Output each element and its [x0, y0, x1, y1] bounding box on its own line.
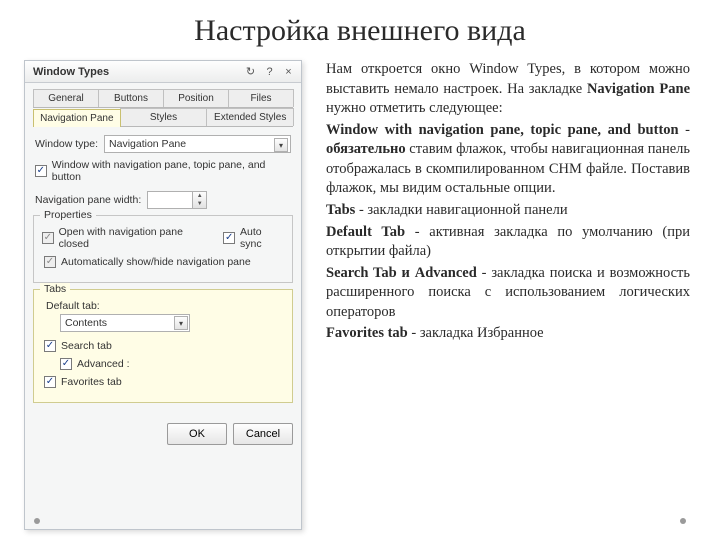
- auto-showhide-label: Automatically show/hide navigation pane: [61, 256, 251, 268]
- chevron-down-icon: ▾: [274, 138, 288, 152]
- auto-sync-label: Auto sync: [240, 226, 284, 250]
- tabs-row-2: Navigation Pane Styles Extended Styles: [33, 108, 293, 127]
- decorative-bullet-icon: [680, 518, 686, 524]
- window-type-value: Navigation Pane: [109, 138, 186, 150]
- ok-button[interactable]: OK: [167, 423, 227, 445]
- advanced-label: Advanced :: [77, 358, 130, 370]
- titlebar-controls: ↻ ? ×: [244, 65, 295, 78]
- auto-sync-check[interactable]: ✓ Auto sync: [223, 226, 284, 250]
- decorative-bullet-icon: [34, 518, 40, 524]
- properties-group: Properties ✓ Open with navigation pane c…: [33, 215, 293, 283]
- checkbox-icon: ✓: [223, 232, 235, 244]
- close-icon[interactable]: ×: [282, 65, 295, 78]
- tabs-legend: Tabs: [40, 283, 70, 295]
- nav-width-input[interactable]: ▲▼: [147, 191, 207, 209]
- refresh-icon[interactable]: ↻: [244, 65, 257, 78]
- help-icon[interactable]: ?: [263, 65, 276, 78]
- nav-combo-label: Window with navigation pane, topic pane,…: [52, 159, 291, 183]
- spinner-icon: ▲▼: [192, 192, 206, 208]
- auto-showhide-check[interactable]: ✓ Automatically show/hide navigation pan…: [44, 256, 282, 268]
- search-tab-check[interactable]: ✓ Search tab: [44, 340, 282, 352]
- window-type-select[interactable]: Navigation Pane ▾: [104, 135, 291, 153]
- tab-styles[interactable]: Styles: [120, 108, 208, 126]
- p3b: - закладки навигационной панели: [355, 202, 567, 218]
- p6a: Favorites tab: [326, 325, 408, 341]
- p2a: Window with navigation pane, topic pane,…: [326, 122, 679, 138]
- default-tab-value: Contents: [65, 317, 107, 329]
- chevron-down-icon: ▾: [174, 316, 188, 330]
- nav-combo-check[interactable]: ✓ Window with navigation pane, topic pan…: [35, 159, 291, 183]
- dialog-title: Window Types: [33, 66, 109, 78]
- open-closed-label: Open with navigation pane closed: [59, 226, 210, 250]
- tab-extended-styles[interactable]: Extended Styles: [206, 108, 294, 126]
- p6b: - закладка Избранное: [408, 325, 544, 341]
- slide-title: Настройка внешнего вида: [0, 14, 720, 48]
- p1c: нужно отметить следующее:: [326, 100, 503, 116]
- checkbox-icon: ✓: [42, 232, 54, 244]
- tab-buttons[interactable]: Buttons: [98, 89, 164, 107]
- window-types-dialog: Window Types ↻ ? × General Buttons Posit…: [24, 60, 302, 530]
- p1b: Navigation Pane: [587, 81, 690, 97]
- advanced-check[interactable]: ✓ Advanced :: [60, 358, 282, 370]
- favorites-tab-label: Favorites tab: [61, 376, 122, 388]
- favorites-tab-check[interactable]: ✓ Favorites tab: [44, 376, 282, 388]
- nav-width-label: Navigation pane width:: [35, 194, 141, 206]
- p2c: обязательно: [326, 141, 406, 157]
- checkbox-icon: ✓: [35, 165, 47, 177]
- default-tab-label: Default tab:: [46, 300, 284, 312]
- checkbox-icon: ✓: [60, 358, 72, 370]
- tabs-group: Tabs Default tab: Contents ▾ ✓ Search ta…: [33, 289, 293, 403]
- p2b: -: [679, 122, 690, 138]
- default-tab-select[interactable]: Contents ▾: [60, 314, 190, 332]
- nav-width-row: Navigation pane width: ▲▼: [35, 191, 291, 209]
- properties-legend: Properties: [40, 209, 96, 221]
- titlebar: Window Types ↻ ? ×: [25, 61, 301, 83]
- tab-general[interactable]: General: [33, 89, 99, 107]
- checkbox-icon: ✓: [44, 256, 56, 268]
- checkbox-icon: ✓: [44, 340, 56, 352]
- window-type-label: Window type:: [35, 138, 98, 150]
- window-type-row: Window type: Navigation Pane ▾: [35, 135, 291, 153]
- tab-navigation-pane[interactable]: Navigation Pane: [33, 109, 121, 127]
- search-tab-label: Search tab: [61, 340, 112, 352]
- explanation-text: Нам откроется окно Window Types, в котор…: [326, 60, 690, 530]
- tab-files[interactable]: Files: [228, 89, 294, 107]
- cancel-button[interactable]: Cancel: [233, 423, 293, 445]
- p5a: Search Tab и Advanced: [326, 265, 477, 281]
- tabs-row-1: General Buttons Position Files: [33, 89, 293, 108]
- checkbox-icon: ✓: [44, 376, 56, 388]
- open-closed-check[interactable]: ✓ Open with navigation pane closed: [42, 226, 209, 250]
- tab-position[interactable]: Position: [163, 89, 229, 107]
- dialog-buttons: OK Cancel: [25, 417, 301, 453]
- p4a: Default Tab: [326, 224, 405, 240]
- content-area: Window Types ↻ ? × General Buttons Posit…: [24, 60, 690, 530]
- p3a: Tabs: [326, 202, 355, 218]
- dialog-body: General Buttons Position Files Navigatio…: [25, 83, 301, 417]
